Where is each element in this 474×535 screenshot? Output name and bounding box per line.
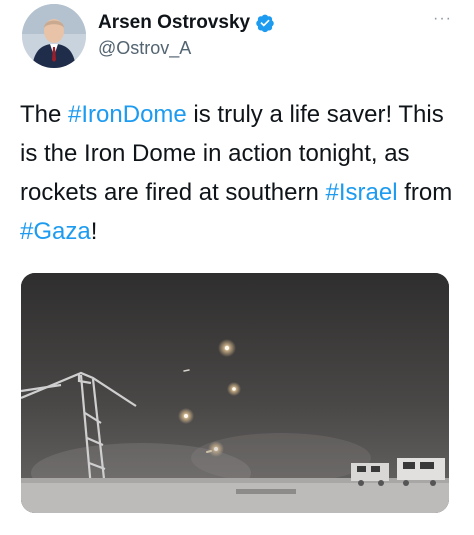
- author-block: Arsen Ostrovsky @Ostrov_A: [98, 10, 275, 59]
- avatar[interactable]: [22, 4, 86, 68]
- handle[interactable]: @Ostrov_A: [98, 38, 275, 59]
- more-options-icon[interactable]: ···: [433, 11, 452, 27]
- video-frame: [21, 273, 449, 513]
- profile-photo: [22, 4, 86, 68]
- hashtag-gaza[interactable]: #Gaza: [20, 218, 91, 245]
- hashtag-israel[interactable]: #Israel: [325, 179, 397, 206]
- tweet[interactable]: Arsen Ostrovsky @Ostrov_A ··· The #IronD…: [0, 0, 474, 535]
- text-segment: The: [20, 101, 69, 128]
- hashtag-irondome[interactable]: #IronDome: [68, 101, 187, 128]
- text-segment: from: [397, 179, 453, 206]
- tweet-video[interactable]: [21, 273, 449, 513]
- tweet-text: The #IronDome is truly a life saver! Thi…: [20, 95, 460, 251]
- verified-badge-icon: [255, 13, 275, 33]
- display-name[interactable]: Arsen Ostrovsky: [98, 12, 250, 34]
- text-segment: !: [90, 218, 98, 245]
